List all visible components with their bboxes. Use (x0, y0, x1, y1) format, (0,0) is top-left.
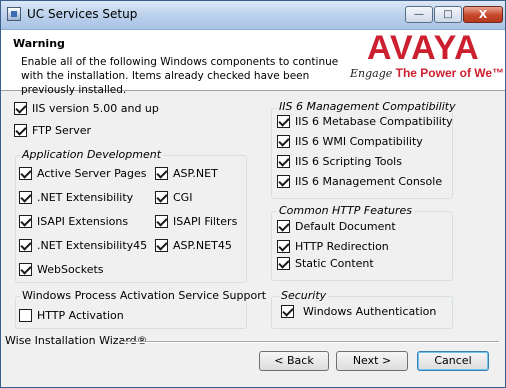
checkbox-mark[interactable] (277, 155, 290, 168)
setup-window: UC Services Setup — □ X Warning Enable a… (0, 0, 506, 388)
checkbox-label: CGI (173, 191, 193, 204)
logo-tagline: Engage The Power of We™ (350, 66, 504, 80)
checkbox-isapi-filters[interactable]: ISAPI Filters (155, 215, 237, 228)
checkbox-mark[interactable] (277, 240, 290, 253)
checkbox-iis6-wmi[interactable]: IIS 6 WMI Compatibility (277, 135, 423, 148)
checkbox-label: FTP Server (32, 124, 92, 137)
checkbox-asp-net[interactable]: ASP.NET (155, 167, 218, 180)
group-label-application-development: Application Development (20, 148, 164, 161)
minimize-icon: — (414, 9, 424, 20)
checkbox-label: IIS 6 Management Console (295, 175, 443, 188)
checkbox-http-activation[interactable]: HTTP Activation (19, 309, 124, 322)
checkbox-mark[interactable] (277, 135, 290, 148)
checkbox-label: .NET Extensibility (37, 191, 134, 204)
tagline-power-of-we: The Power of We™ (395, 66, 505, 80)
checkbox-label: ISAPI Extensions (37, 215, 129, 228)
checkbox-mark[interactable] (14, 102, 27, 115)
checkbox-label: IIS version 5.00 and up (32, 102, 159, 115)
installer-app-icon[interactable] (7, 7, 21, 21)
checkbox-mark[interactable] (19, 263, 32, 276)
back-button[interactable]: < Back (259, 351, 329, 371)
cancel-button[interactable]: Cancel (417, 351, 489, 371)
close-icon: X (478, 8, 488, 21)
maximize-button[interactable]: □ (434, 6, 462, 23)
checkbox-cgi[interactable]: CGI (155, 191, 192, 204)
maximize-icon: □ (443, 9, 453, 20)
checkbox-mark[interactable] (277, 175, 290, 188)
checkbox-mark[interactable] (277, 220, 290, 233)
checkbox-label: WebSockets (37, 263, 104, 276)
checkbox-asp-net45[interactable]: ASP.NET45 (155, 239, 232, 252)
title-bar: UC Services Setup — □ X (1, 1, 505, 30)
checkbox-iis6-metabase[interactable]: IIS 6 Metabase Compatibility (277, 115, 453, 128)
checkbox-label: ASP.NET45 (173, 239, 232, 252)
page-title: Warning (13, 37, 65, 50)
checkbox-mark[interactable] (19, 191, 32, 204)
page-description: Enable all of the following Windows comp… (21, 56, 339, 96)
checkbox-windows-authentication[interactable]: Windows Authentication (281, 305, 436, 318)
checkbox-mark[interactable] (19, 309, 32, 322)
checkbox-mark[interactable] (155, 167, 168, 180)
tagline-engage: Engage (350, 67, 393, 80)
close-button[interactable]: X (463, 6, 503, 23)
checkbox-mark[interactable] (14, 124, 27, 137)
checkbox-http-redirection[interactable]: HTTP Redirection (277, 240, 389, 253)
checkbox-label: .NET Extensibility45 (37, 239, 148, 252)
checkbox-net-extensibility45[interactable]: .NET Extensibility45 (19, 239, 147, 252)
checkbox-default-document[interactable]: Default Document (277, 220, 396, 233)
checkbox-active-server-pages[interactable]: Active Server Pages (19, 167, 146, 180)
checkbox-mark[interactable] (19, 215, 32, 228)
window-title: UC Services Setup (27, 7, 138, 21)
checkbox-label: Active Server Pages (37, 167, 147, 180)
avaya-logo: AVAYA (367, 29, 480, 67)
checkbox-mark[interactable] (155, 191, 168, 204)
checkbox-iis-version[interactable]: IIS version 5.00 and up (14, 102, 159, 115)
checkbox-ftp-server[interactable]: FTP Server (14, 124, 91, 137)
checkbox-mark[interactable] (155, 215, 168, 228)
checkbox-label: ASP.NET (173, 167, 218, 180)
checkbox-mark[interactable] (281, 305, 294, 318)
footer-divider (123, 341, 499, 343)
next-button[interactable]: Next > (336, 351, 408, 371)
checkbox-static-content[interactable]: Static Content (277, 257, 374, 270)
checkbox-mark[interactable] (277, 257, 290, 270)
group-label-http-features: Common HTTP Features (277, 204, 415, 217)
group-label-wpas: Windows Process Activation Service Suppo… (20, 289, 269, 302)
checkbox-mark[interactable] (277, 115, 290, 128)
checkbox-label: Default Document (295, 220, 396, 233)
checkbox-label: Static Content (295, 257, 374, 270)
checkbox-net-extensibility[interactable]: .NET Extensibility (19, 191, 133, 204)
checkbox-iis6-scripting-tools[interactable]: IIS 6 Scripting Tools (277, 155, 402, 168)
header-banner: Warning Enable all of the following Wind… (1, 29, 505, 96)
group-label-iis6: IIS 6 Management Compatibility (277, 100, 458, 113)
minimize-button[interactable]: — (405, 6, 433, 23)
checkbox-label: ISAPI Filters (173, 215, 238, 228)
checkbox-mark[interactable] (19, 167, 32, 180)
checkbox-label: IIS 6 WMI Compatibility (295, 135, 423, 148)
checkbox-mark[interactable] (155, 239, 168, 252)
checkbox-label: HTTP Activation (37, 309, 124, 322)
checkbox-label: IIS 6 Metabase Compatibility (295, 115, 453, 128)
checkbox-isapi-extensions[interactable]: ISAPI Extensions (19, 215, 128, 228)
checkbox-iis6-management-console[interactable]: IIS 6 Management Console (277, 175, 442, 188)
checkbox-label: IIS 6 Scripting Tools (295, 155, 402, 168)
checkbox-websockets[interactable]: WebSockets (19, 263, 104, 276)
checkbox-mark[interactable] (19, 239, 32, 252)
group-label-security: Security (279, 289, 329, 302)
checkbox-label: Windows Authentication (303, 305, 437, 318)
checkbox-label: HTTP Redirection (295, 240, 389, 253)
